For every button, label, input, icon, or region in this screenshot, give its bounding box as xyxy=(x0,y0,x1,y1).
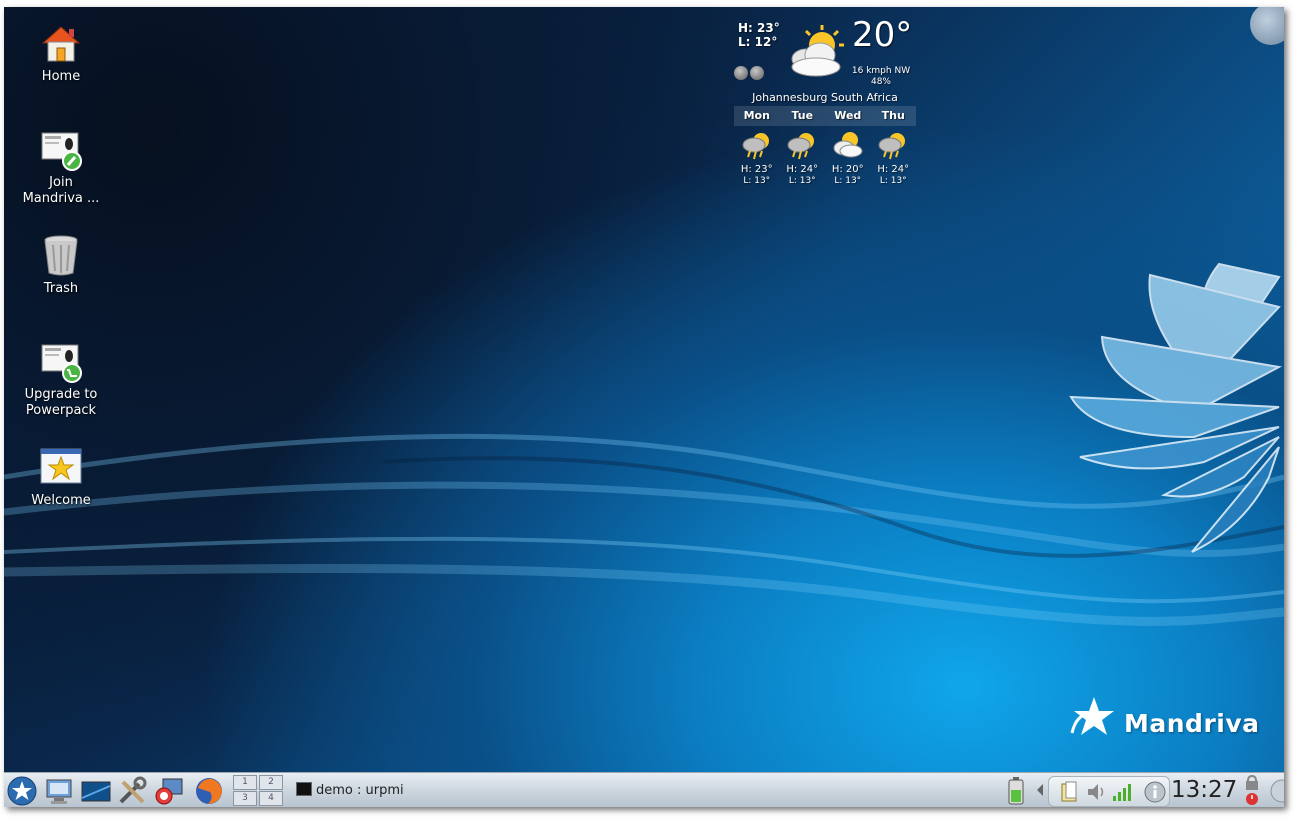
forecast-low: L: 13° xyxy=(788,176,816,186)
home-icon xyxy=(39,21,83,65)
panel-toolbox-button[interactable] xyxy=(1266,779,1284,807)
weather-current-temp: 20° xyxy=(852,15,913,55)
weather-today-range: H: 23° L: 12° xyxy=(738,21,780,49)
system-tray xyxy=(1048,776,1170,807)
terminal-icon xyxy=(296,782,312,796)
forecast-low: L: 13° xyxy=(743,176,771,186)
weather-high: H: 23° xyxy=(738,21,780,35)
forecast-day: Thu xyxy=(881,109,905,122)
desktop[interactable]: Home Join Mandriva ... Trash Upgrade to … xyxy=(4,7,1284,807)
volume-icon[interactable] xyxy=(1085,781,1107,803)
computer-icon xyxy=(46,779,72,804)
cloudy-sun-icon xyxy=(786,23,850,81)
desktop-icon-trash[interactable]: Trash xyxy=(13,233,109,297)
forecast-day: Wed xyxy=(834,109,862,122)
firefox-icon xyxy=(196,778,222,804)
pager-desktop-4[interactable]: 4 xyxy=(259,791,283,806)
system-settings-launcher[interactable] xyxy=(44,776,74,806)
pager-desktop-2[interactable]: 2 xyxy=(259,775,283,790)
weather-low: L: 12° xyxy=(738,35,778,49)
forecast-day: Tue xyxy=(791,109,814,122)
forecast-low: L: 13° xyxy=(834,176,862,186)
network-monitor-icon xyxy=(155,778,183,805)
forecast-high: H: 20° xyxy=(831,164,864,175)
forecast-column: H: 23° L: 13° xyxy=(734,129,780,187)
desktop-icon-label: Join Mandriva ... xyxy=(22,175,100,206)
join-mandriva-icon xyxy=(39,127,83,171)
tools-icon xyxy=(119,776,147,804)
desktop-icon-label: Upgrade to Powerpack xyxy=(24,387,98,418)
network-launcher[interactable] xyxy=(154,776,184,806)
desktop-icon-home[interactable]: Home xyxy=(13,21,109,85)
taskbar-task-demo-urpmi[interactable]: demo : urpmi xyxy=(296,778,546,803)
forecast-high: H: 23° xyxy=(740,164,773,175)
mandriva-logo: Mandriva xyxy=(1066,695,1259,749)
forecast-column: H: 24° L: 13° xyxy=(871,129,917,187)
weather-wind-humidity: 16 kmph NW 48% xyxy=(848,66,914,88)
network-signal-icon[interactable] xyxy=(1111,781,1133,803)
virtual-desktop-pager[interactable]: 1 2 3 4 xyxy=(233,775,285,807)
info-icon[interactable] xyxy=(1143,780,1167,804)
desktop-icon xyxy=(81,781,111,802)
clipboard-icon[interactable] xyxy=(1059,781,1081,803)
mandriva-star-icon xyxy=(1070,697,1114,735)
forecast-low: L: 13° xyxy=(879,176,907,186)
desktop-icon-label: Welcome xyxy=(31,493,91,508)
desktop-icon-label: Home xyxy=(41,69,81,84)
taskbar: 1 2 3 4 demo : urpmi 13:27 xyxy=(4,772,1284,807)
desktop-icon-welcome[interactable]: Welcome xyxy=(13,445,109,509)
weather-location: Johannesburg South Africa xyxy=(752,91,898,104)
desktop-icon-join-mandriva[interactable]: Join Mandriva ... xyxy=(13,127,109,207)
mandriva-logo-text: Mandriva xyxy=(1124,709,1260,738)
weather-wind: 16 kmph NW xyxy=(851,66,911,76)
forecast-column: H: 20° L: 13° xyxy=(825,129,871,187)
show-desktop-launcher[interactable] xyxy=(81,776,111,806)
task-label: demo : urpmi xyxy=(316,783,404,798)
session-controls[interactable] xyxy=(1242,775,1262,805)
upgrade-icon xyxy=(39,339,83,383)
weather-buttons xyxy=(734,65,766,84)
welcome-icon xyxy=(39,445,83,489)
wallpaper-waves xyxy=(4,262,1284,626)
desktop-icon-label: Trash xyxy=(43,281,79,296)
forecast-column: H: 24° L: 13° xyxy=(780,129,826,187)
trash-icon xyxy=(39,233,83,277)
panel-toolbox-icon xyxy=(1270,779,1284,803)
info-icon[interactable] xyxy=(734,66,748,80)
configure-launcher[interactable] xyxy=(117,776,147,806)
thunderstorm-sun-icon xyxy=(785,129,819,161)
forecast-high: H: 24° xyxy=(877,164,910,175)
mandriva-star-icon xyxy=(7,776,37,806)
firefox-launcher[interactable] xyxy=(194,776,224,806)
tray-expand-button[interactable] xyxy=(1034,781,1046,807)
cloudy-sun-icon xyxy=(831,129,865,161)
chevron-left-icon xyxy=(1037,784,1043,796)
lock-logout-icon xyxy=(1246,775,1258,805)
forecast-day: Mon xyxy=(743,109,770,122)
battery-indicator[interactable] xyxy=(1006,776,1026,806)
forecast-details: H: 23° L: 13° H: 24° L: 13° H: 20° L: 13… xyxy=(734,129,916,187)
clock[interactable]: 13:27 xyxy=(1171,775,1237,805)
forecast-days: Mon Tue Wed Thu xyxy=(734,106,916,126)
forecast-high: H: 24° xyxy=(786,164,819,175)
thunderstorm-sun-icon xyxy=(876,129,910,161)
pager-desktop-3[interactable]: 3 xyxy=(233,791,257,806)
thunderstorm-sun-icon xyxy=(740,129,774,161)
battery-icon xyxy=(1008,777,1024,805)
desktop-icon-upgrade-powerpack[interactable]: Upgrade to Powerpack xyxy=(13,339,109,419)
application-launcher-button[interactable] xyxy=(7,776,37,806)
pager-desktop-1[interactable]: 1 xyxy=(233,775,257,790)
globe-icon[interactable] xyxy=(750,66,764,80)
weather-humidity: 48% xyxy=(870,77,891,87)
